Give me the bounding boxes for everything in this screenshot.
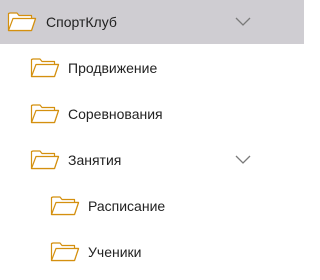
folder-icon [50, 196, 80, 216]
chevron-down-icon[interactable] [234, 153, 252, 165]
tree-node-label: Расписание [88, 198, 166, 214]
tree-node-ucheniki[interactable]: Ученики [0, 230, 304, 274]
folder-icon [30, 104, 60, 124]
folder-icon [7, 12, 37, 32]
tree-node-sportklub[interactable]: СпортКлуб [0, 0, 304, 44]
tree-node-label: Соревнования [68, 106, 163, 122]
folder-icon [30, 150, 60, 170]
tree-node-label: Занятия [68, 152, 122, 168]
tree-node-label: Ученики [88, 244, 142, 260]
tree-node-raspisanie[interactable]: Расписание [0, 184, 304, 228]
tree-node-label: Продвижение [68, 60, 158, 76]
tree-node-zanyatiya[interactable]: Занятия [0, 138, 304, 182]
folder-tree: СпортКлуб Продвижение Соревнования Занят… [0, 0, 304, 280]
tree-node-label: СпортКлуб [46, 14, 117, 30]
tree-node-prodvizhenie[interactable]: Продвижение [0, 46, 304, 90]
folder-icon [50, 242, 80, 262]
folder-icon [30, 58, 60, 78]
chevron-down-icon[interactable] [234, 15, 252, 27]
tree-node-sorevnovaniya[interactable]: Соревнования [0, 92, 304, 136]
